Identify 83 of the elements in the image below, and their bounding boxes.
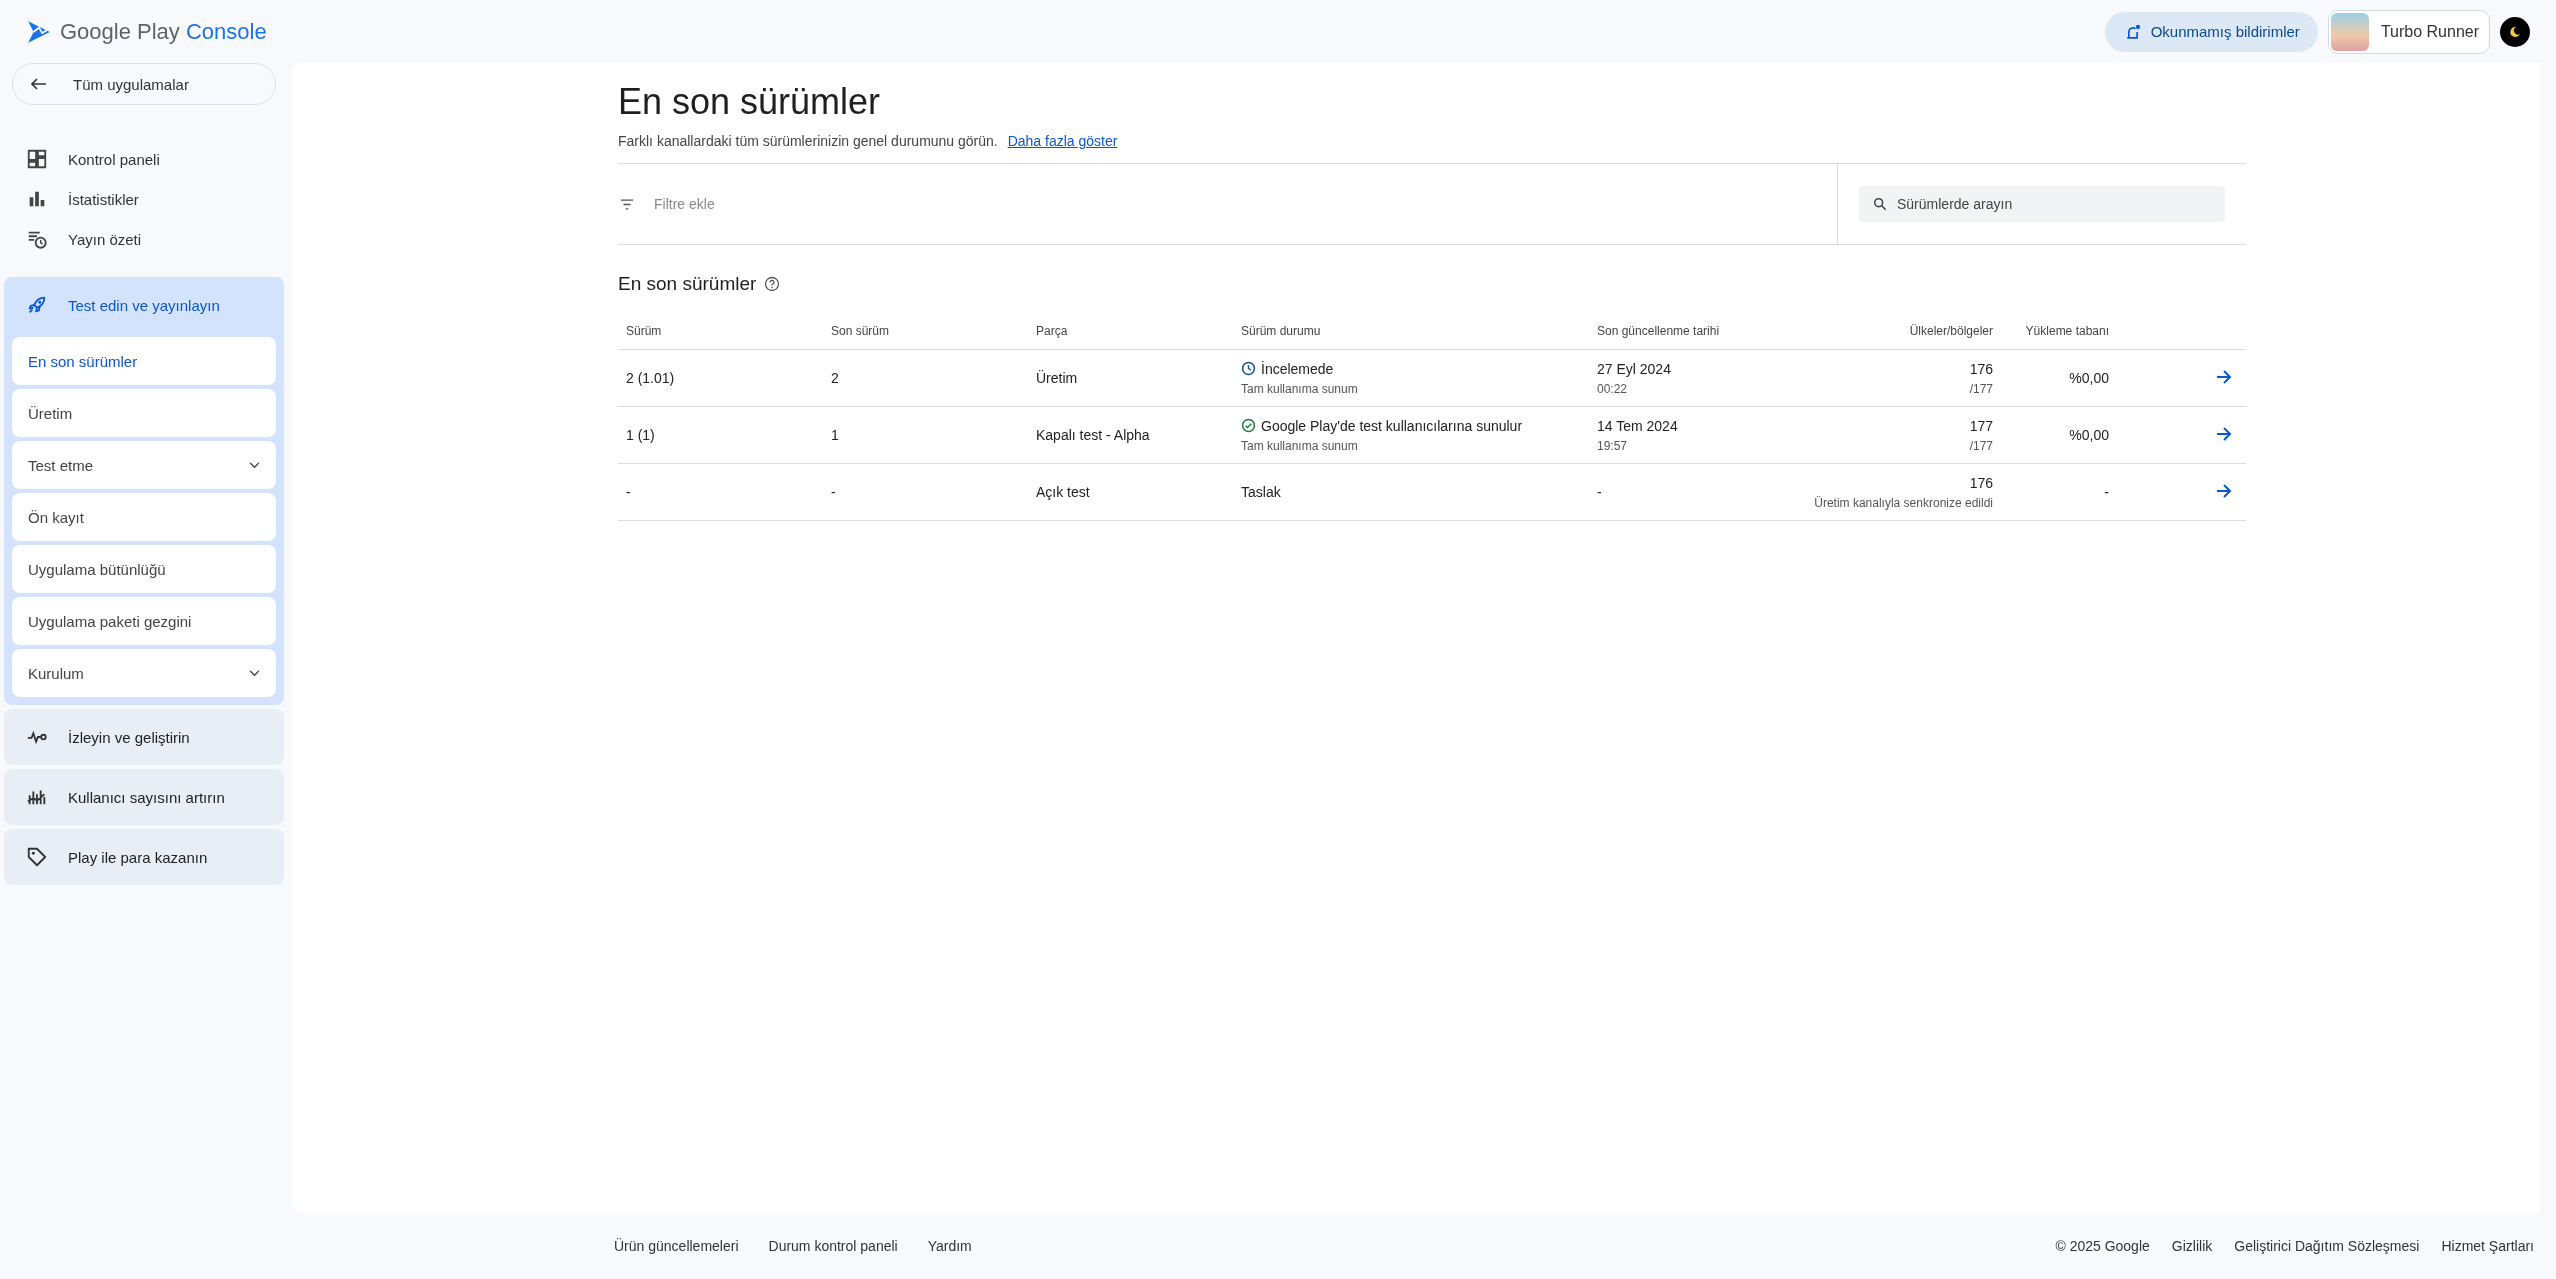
table-title: En son sürümler xyxy=(618,273,757,295)
sidebar-section-header[interactable]: Kullanıcı sayısını artırın xyxy=(12,769,276,825)
chevron-down-icon xyxy=(249,669,260,677)
arrow-right-icon[interactable] xyxy=(2216,426,2232,441)
page-description: Farklı kanallardaki tüm sürümlerinizin genel durumunu görün. xyxy=(618,133,998,149)
filter-field[interactable]: Filtre ekle xyxy=(652,183,1837,225)
update-date: - xyxy=(1597,484,1603,500)
table-cell: %0,00 xyxy=(2069,370,2109,386)
table-cell: - xyxy=(831,484,836,500)
footer-link[interactable]: Yardım xyxy=(927,1238,972,1254)
column-header: Son güncellenme tarihi xyxy=(1589,313,1785,350)
country-detail: /177 xyxy=(1968,381,1993,396)
sidebar-section-header[interactable]: Test edin ve yayınlayın xyxy=(12,277,276,333)
sidebar-subitem[interactable]: Uygulama paketi gezgini xyxy=(12,597,276,645)
app-logo-text: Google Play Console xyxy=(60,18,267,45)
table-cell: Açık test xyxy=(1036,484,1090,500)
table-cell: %0,00 xyxy=(2069,427,2109,443)
notifications-button[interactable]: Okunmamış bildirimler xyxy=(2104,11,2318,52)
app-icon xyxy=(2330,12,2369,51)
table-cell: 2 (1.01) xyxy=(626,370,675,386)
table-cell: 2 xyxy=(831,370,839,386)
moon-icon xyxy=(2509,25,2521,38)
table-cell: Üretim xyxy=(1036,370,1078,386)
country-detail: /177 xyxy=(1968,438,1993,453)
table-cell: Kapalı test - Alpha xyxy=(1036,427,1150,443)
release-status: Google Play'de test kullanıcılarına sunulur xyxy=(1261,417,1523,434)
release-status: Taslak xyxy=(1241,484,1281,500)
sidebar-item[interactable]: Kontrol paneli xyxy=(4,139,284,179)
sidebar-item[interactable]: İstatistikler xyxy=(4,179,284,219)
sidebar-subitem[interactable]: Ön kayıt xyxy=(12,493,276,541)
sidebar-item[interactable]: Yayın özeti xyxy=(4,219,284,259)
update-date: 27 Eyl 2024 xyxy=(1597,360,1672,377)
footer-link[interactable]: Hizmet Şartları xyxy=(2441,1238,2534,1254)
update-time: 19:57 xyxy=(1597,438,1629,453)
release-status: İncelemede xyxy=(1261,360,1334,377)
back-arrow-icon xyxy=(31,78,47,90)
dashboard-icon xyxy=(26,148,48,170)
chevron-down-icon xyxy=(249,461,260,469)
table-cell: 1 xyxy=(831,427,839,443)
footer-link[interactable]: Geliştirici Dağıtım Sözleşmesi xyxy=(2234,1238,2420,1254)
tag-icon xyxy=(26,846,48,868)
sidebar-subitem[interactable]: Kurulum xyxy=(12,649,276,697)
footer-link[interactable]: Ürün güncellemeleri xyxy=(614,1238,739,1254)
table-cell: - xyxy=(626,484,631,500)
sidebar-section-header[interactable]: Play ile para kazanın xyxy=(12,829,276,885)
column-header: Yükleme tabanı xyxy=(2001,313,2117,350)
country-count: 176 xyxy=(1968,360,1993,377)
footer-link[interactable]: Gizlilik xyxy=(2171,1238,2213,1254)
arrow-right-icon[interactable] xyxy=(2216,369,2232,384)
account-avatar[interactable] xyxy=(2500,16,2530,47)
sidebar-subitem[interactable]: Uygulama bütünlüğü xyxy=(12,545,276,593)
sidebar-subitem[interactable]: Üretim xyxy=(12,389,276,437)
sidebar-subitem[interactable]: En son sürümler xyxy=(12,337,276,385)
check-circle-icon xyxy=(1241,418,1256,433)
play-console-logo-icon xyxy=(26,18,52,45)
country-detail: Üretim kanalıyla senkronize edildi xyxy=(1813,495,1993,510)
column-header: Sürüm xyxy=(618,313,823,350)
table-cell: - xyxy=(2104,484,2109,500)
rocket-icon xyxy=(26,294,48,316)
sidebar-subitem[interactable]: Test etme xyxy=(12,441,276,489)
filter-icon xyxy=(620,198,634,210)
app-selector-button[interactable]: Turbo Runner xyxy=(2327,9,2490,54)
update-time: 00:22 xyxy=(1597,381,1629,396)
rollout-detail: Tam kullanıma sunum xyxy=(1241,381,1359,396)
column-header: Parça xyxy=(1028,313,1233,350)
column-header: Sürüm durumu xyxy=(1233,313,1589,350)
column-header: Son sürüm xyxy=(823,313,1028,350)
search-icon xyxy=(1873,197,1887,211)
rollout-detail: Tam kullanıma sunum xyxy=(1241,438,1359,453)
learn-more-link[interactable]: Daha fazla göster xyxy=(1007,133,1118,149)
search-field[interactable]: Sürümlerde arayın xyxy=(1859,186,2225,222)
column-header: Ülkeler/bölgeler xyxy=(1785,313,2001,350)
sidebar-section-header[interactable]: İzleyin ve geliştirin xyxy=(12,709,276,765)
update-date: 14 Tem 2024 xyxy=(1597,417,1679,434)
country-count: 176 xyxy=(1968,474,1993,491)
arrow-right-icon[interactable] xyxy=(2216,483,2232,498)
table-cell: 1 (1) xyxy=(626,427,655,443)
copyright-text: © 2025 Google xyxy=(2055,1238,2150,1254)
page-title: En son sürümler xyxy=(618,81,882,123)
country-count: 177 xyxy=(1968,417,1993,434)
help-icon[interactable] xyxy=(764,276,781,292)
clock-icon xyxy=(1241,361,1256,376)
footer-link[interactable]: Durum kontrol paneli xyxy=(768,1238,898,1254)
